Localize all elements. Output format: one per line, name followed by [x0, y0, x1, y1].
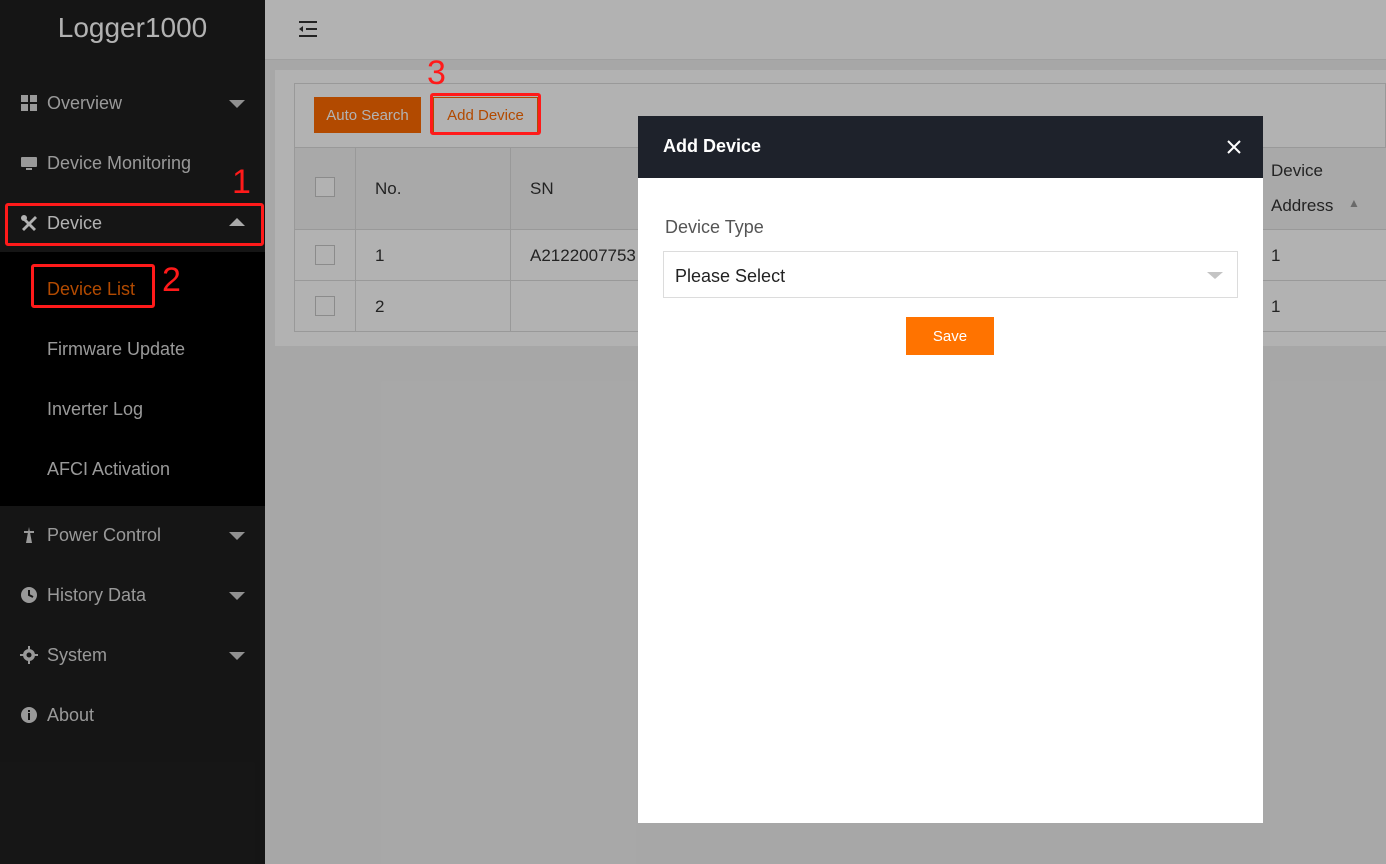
chevron-down-icon — [1207, 272, 1223, 279]
annotation-box-add-device — [430, 93, 541, 135]
annotation-number-3: 3 — [427, 54, 446, 92]
device-type-label: Device Type — [665, 217, 764, 237]
modal-title: Add Device — [663, 136, 762, 156]
annotation-number-2: 2 — [162, 261, 181, 299]
annotation-box-device — [5, 203, 264, 246]
close-icon[interactable] — [1225, 138, 1243, 156]
device-type-select[interactable]: Please Select — [663, 251, 1238, 298]
annotation-box-device-list — [31, 264, 155, 308]
save-button[interactable]: Save — [906, 317, 994, 355]
modal-header: Add Device — [638, 116, 1263, 178]
select-value: Please Select — [675, 266, 786, 286]
annotation-number-1: 1 — [232, 163, 251, 201]
add-device-modal: Add Device Device Type Please Select Sav… — [638, 116, 1263, 823]
